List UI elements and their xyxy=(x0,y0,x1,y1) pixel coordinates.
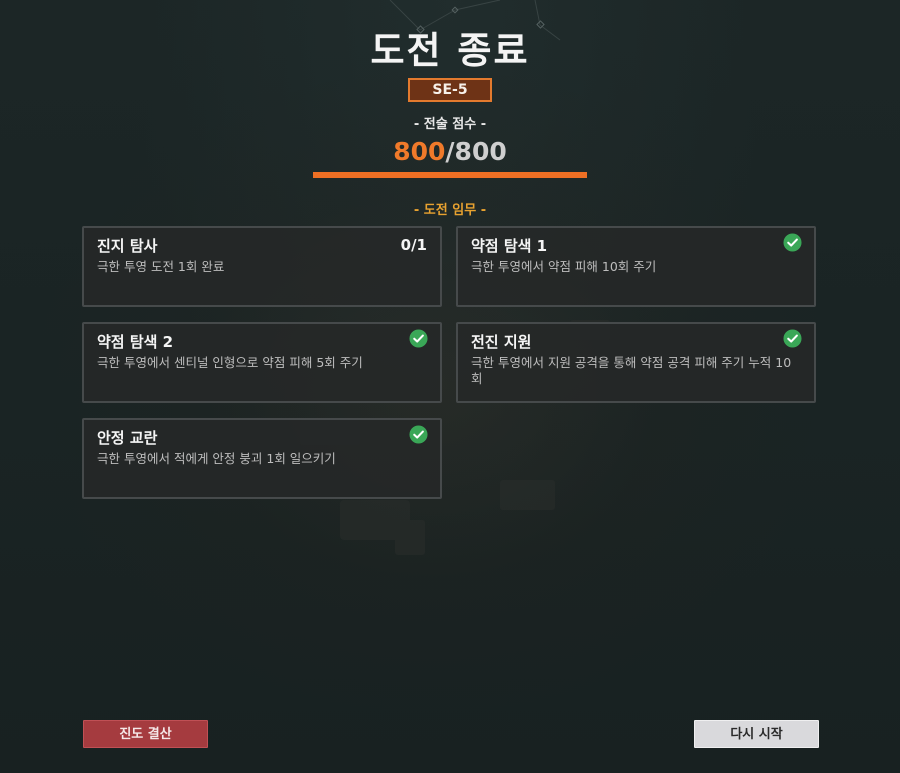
page-title: 도전 종료 xyxy=(370,29,530,72)
stage-code-badge: SE-5 xyxy=(408,78,492,102)
challenge-result-screen: 도전 종료 SE-5 - 전술 점수 - 800/800 - 도전 임무 - 진… xyxy=(0,0,900,773)
task-description: 극한 투영에서 적에게 안정 붕괴 1회 일으키기 xyxy=(97,451,336,466)
task-description: 극한 투영에서 지원 공격을 통해 약점 공격 피해 주기 누적 10회 xyxy=(471,355,792,386)
score-max: /800 xyxy=(445,137,507,166)
check-circle-icon xyxy=(783,233,802,252)
task-card: 진지 탐사 0/1 극한 투영 도전 1회 완료 xyxy=(82,226,442,307)
task-card: 약점 탐색 2 극한 투영에서 센티널 인형으로 약점 피해 5회 주기 xyxy=(82,322,442,403)
score-progress-bar xyxy=(313,172,587,178)
score-label: - 전술 점수 - xyxy=(413,117,487,132)
check-circle-icon xyxy=(409,425,428,444)
settle-progress-button[interactable]: 진도 결산 xyxy=(83,720,208,748)
task-description: 극한 투영에서 센티널 인형으로 약점 피해 5회 주기 xyxy=(97,355,363,370)
score-current: 800 xyxy=(393,137,446,166)
task-title: 진지 탐사 xyxy=(97,237,158,255)
task-progress: 0/1 xyxy=(400,236,427,254)
task-title: 약점 탐색 1 xyxy=(471,237,548,255)
restart-button[interactable]: 다시 시작 xyxy=(694,720,819,748)
tasks-section-label: - 도전 임무 - xyxy=(413,203,487,218)
task-description: 극한 투영에서 약점 피해 10회 주기 xyxy=(471,259,657,274)
check-circle-icon xyxy=(409,329,428,348)
score-progress-fill xyxy=(313,172,587,178)
task-card: 약점 탐색 1 극한 투영에서 약점 피해 10회 주기 xyxy=(456,226,816,307)
task-title: 전진 지원 xyxy=(471,333,532,351)
task-title: 안정 교란 xyxy=(97,429,158,447)
task-description: 극한 투영 도전 1회 완료 xyxy=(97,259,225,274)
task-card: 전진 지원 극한 투영에서 지원 공격을 통해 약점 공격 피해 주기 누적 1… xyxy=(456,322,816,403)
task-card: 안정 교란 극한 투영에서 적에게 안정 붕괴 1회 일으키기 xyxy=(82,418,442,499)
score-value: 800/800 xyxy=(0,137,900,166)
check-circle-icon xyxy=(783,329,802,348)
task-title: 약점 탐색 2 xyxy=(97,333,174,351)
